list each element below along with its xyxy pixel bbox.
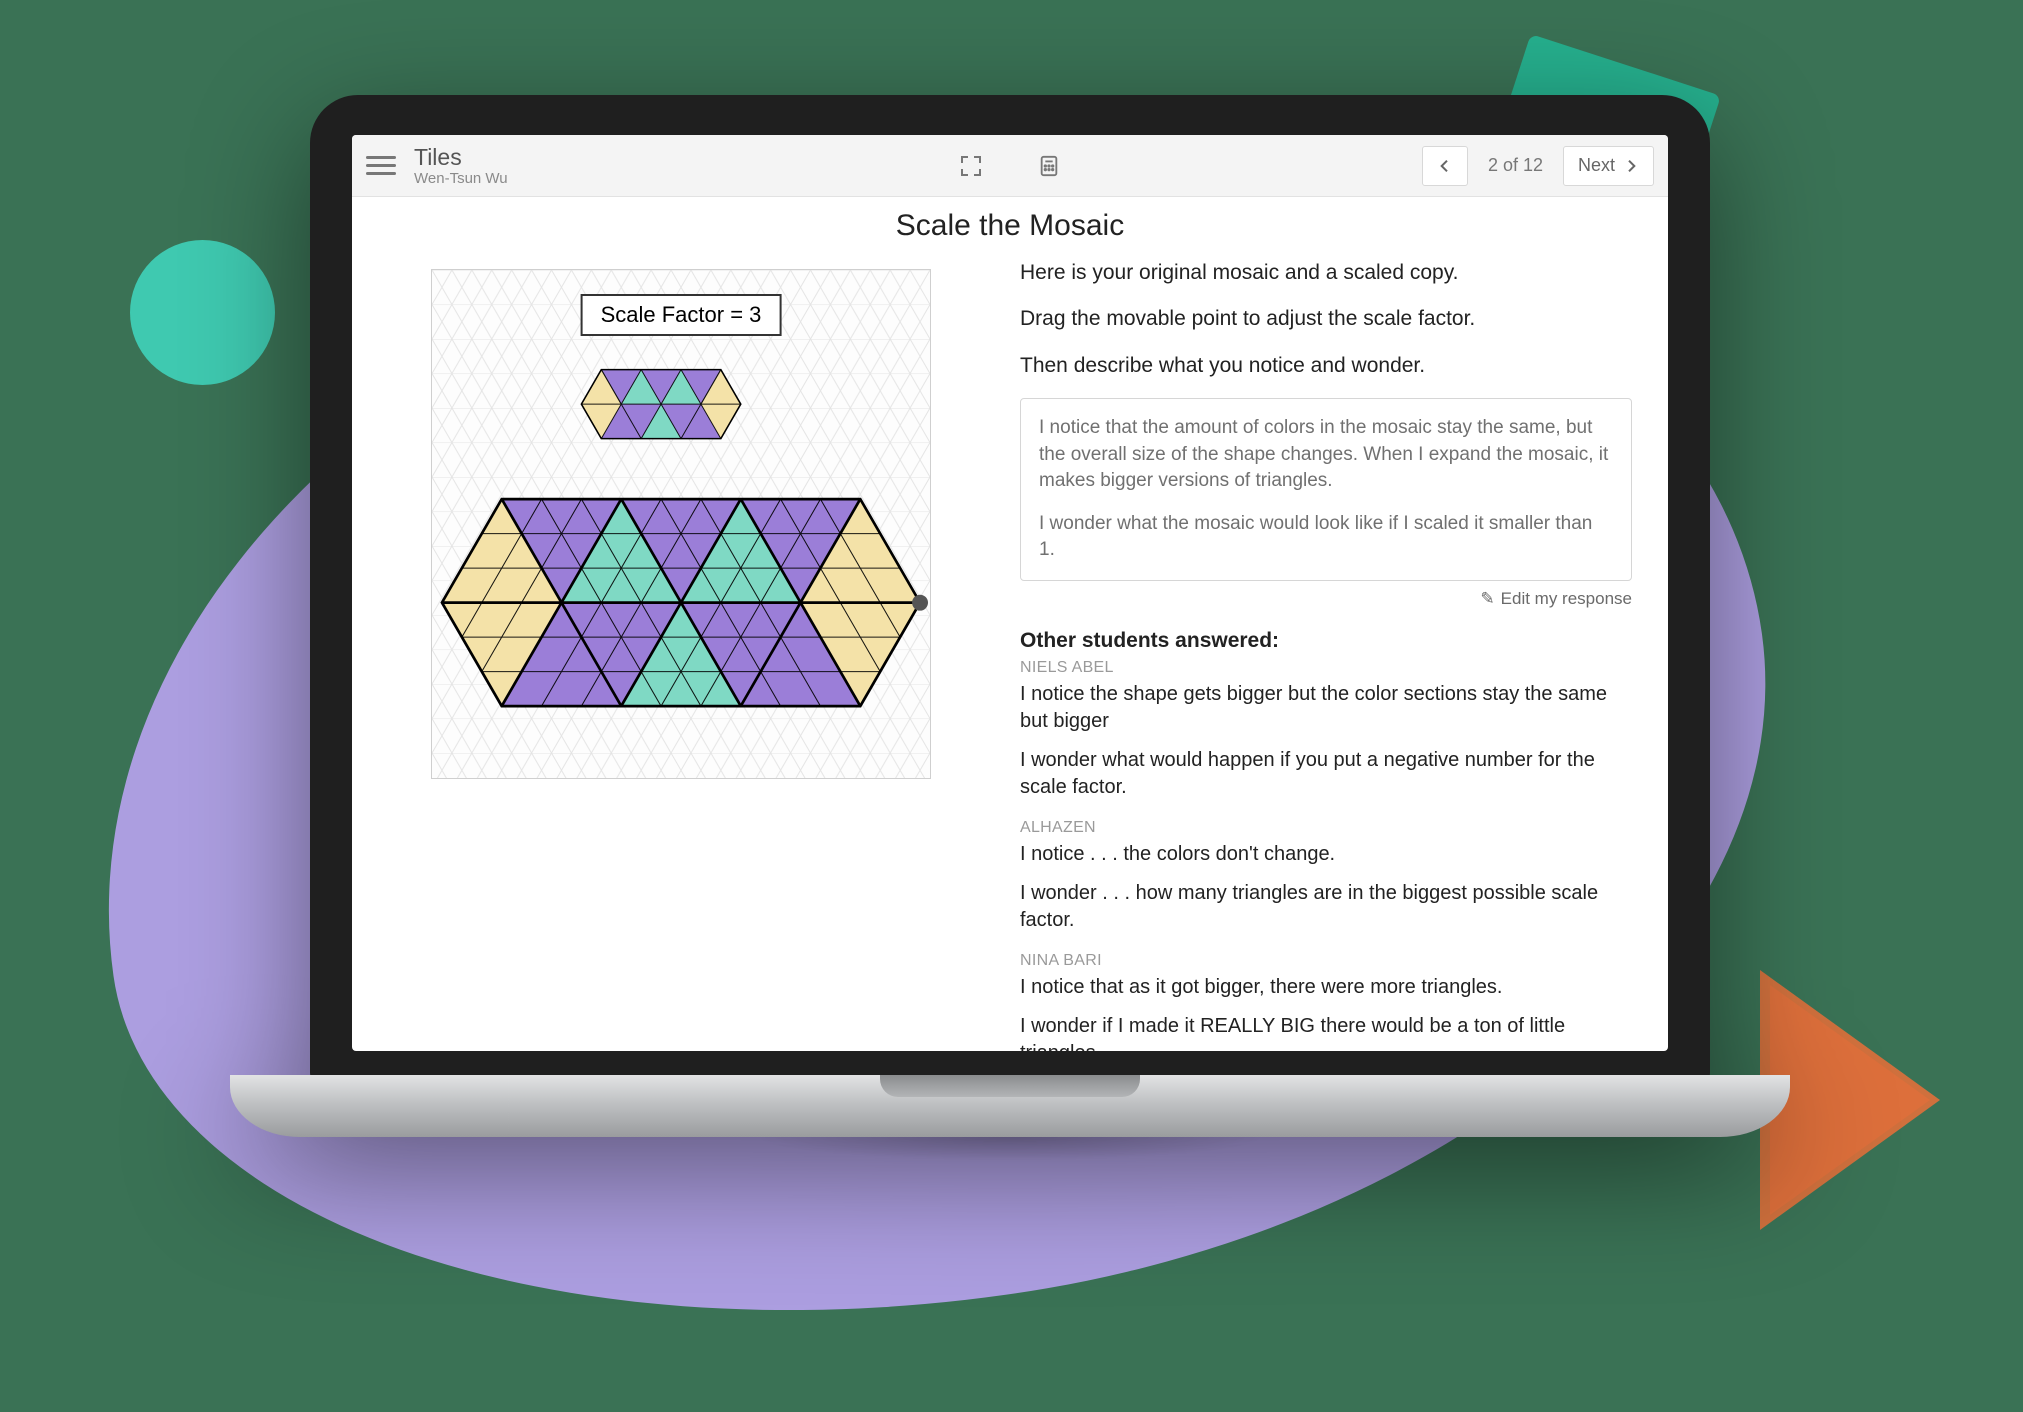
intro-line-3: Then describe what you notice and wonder… bbox=[1020, 352, 1632, 380]
student-notice: I notice . . . the colors don't change. bbox=[1020, 841, 1632, 868]
student-name-label: NINA BARI bbox=[1020, 952, 1632, 970]
student-notice: I notice that as it got bigger, there we… bbox=[1020, 974, 1632, 1001]
student-name-label: ALHAZEN bbox=[1020, 819, 1632, 837]
student-wonder: I wonder if I made it REALLY BIG there w… bbox=[1020, 1013, 1632, 1051]
student-response: ALHAZEN I notice . . . the colors don't … bbox=[1020, 819, 1632, 934]
laptop-lid: Tiles Wen-Tsun Wu bbox=[310, 95, 1710, 1085]
original-mosaic bbox=[581, 370, 740, 439]
title-block: Tiles Wen-Tsun Wu bbox=[414, 144, 508, 188]
background-triangle-shadow bbox=[1770, 985, 1930, 1215]
activity-title: Tiles bbox=[414, 144, 508, 170]
student-name: Wen-Tsun Wu bbox=[414, 170, 508, 187]
student-name-label: NIELS ABEL bbox=[1020, 659, 1632, 677]
intro-line-2: Drag the movable point to adjust the sca… bbox=[1020, 305, 1632, 333]
scaled-mosaic bbox=[442, 499, 920, 706]
mosaic-graph[interactable]: Scale Factor = 3 bbox=[431, 269, 931, 779]
calculator-icon[interactable] bbox=[1035, 152, 1063, 180]
edit-response-label: Edit my response bbox=[1501, 589, 1632, 608]
mosaic-svg bbox=[432, 270, 930, 778]
next-label: Next bbox=[1578, 155, 1615, 176]
nav-controls: 2 of 12 Next bbox=[1422, 146, 1654, 186]
menu-icon[interactable] bbox=[366, 151, 396, 181]
my-response-wonder: I wonder what the mosaic would look like… bbox=[1039, 511, 1613, 564]
prev-button[interactable] bbox=[1422, 146, 1468, 186]
my-response-box: I notice that the amount of colors in th… bbox=[1020, 398, 1632, 581]
student-wonder: I wonder . . . how many triangles are in… bbox=[1020, 880, 1632, 934]
edit-response-button[interactable]: ✎ Edit my response bbox=[1020, 589, 1632, 609]
fullscreen-icon[interactable] bbox=[957, 152, 985, 180]
scale-factor-label: Scale Factor = 3 bbox=[581, 294, 782, 336]
page-indicator: 2 of 12 bbox=[1480, 155, 1551, 176]
page-title: Scale the Mosaic bbox=[352, 209, 1668, 243]
next-button[interactable]: Next bbox=[1563, 146, 1654, 186]
student-response: NIELS ABEL I notice the shape gets bigge… bbox=[1020, 659, 1632, 801]
laptop-frame: Tiles Wen-Tsun Wu bbox=[230, 95, 1790, 1195]
others-heading: Other students answered: bbox=[1020, 629, 1632, 653]
laptop-base bbox=[230, 1075, 1790, 1137]
drag-handle[interactable] bbox=[912, 595, 928, 611]
center-tools bbox=[957, 152, 1063, 180]
student-response: NINA BARI I notice that as it got bigger… bbox=[1020, 952, 1632, 1051]
top-bar: Tiles Wen-Tsun Wu bbox=[352, 135, 1668, 197]
intro-line-1: Here is your original mosaic and a scale… bbox=[1020, 259, 1632, 287]
student-notice: I notice the shape gets bigger but the c… bbox=[1020, 681, 1632, 735]
pencil-icon: ✎ bbox=[1480, 589, 1494, 608]
text-panel: Here is your original mosaic and a scale… bbox=[1010, 197, 1668, 1051]
my-response-notice: I notice that the amount of colors in th… bbox=[1039, 415, 1613, 495]
student-wonder: I wonder what would happen if you put a … bbox=[1020, 747, 1632, 801]
app-screen: Tiles Wen-Tsun Wu bbox=[352, 135, 1668, 1051]
